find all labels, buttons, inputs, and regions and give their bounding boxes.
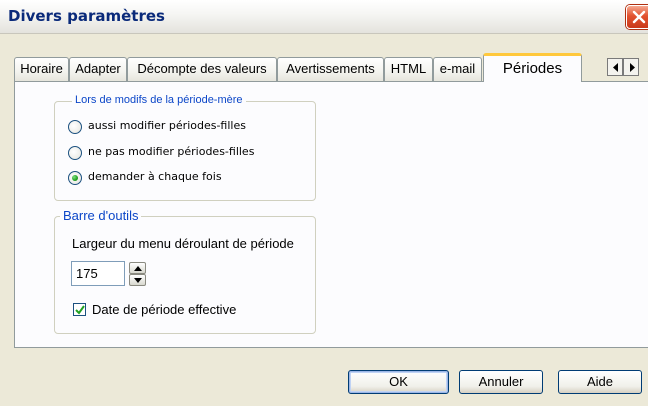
checkmark-icon xyxy=(75,305,85,315)
effective-date-label: Date de période effective xyxy=(92,302,237,317)
arrow-up-icon xyxy=(134,266,142,271)
group-title-toolbar: Barre d'outils xyxy=(60,208,142,223)
menu-width-input[interactable]: 175 xyxy=(71,261,125,286)
menu-width-label: Largeur du menu déroulant de période xyxy=(72,236,294,251)
radio-label: demander à chaque fois xyxy=(88,170,222,183)
radio-label: ne pas modifier périodes-filles xyxy=(88,145,255,158)
window-title: Divers paramètres xyxy=(8,7,165,25)
tab-periodes[interactable]: Périodes xyxy=(483,53,582,82)
spin-up-button[interactable] xyxy=(129,262,146,274)
arrow-left-icon xyxy=(613,63,618,72)
radio-button[interactable] xyxy=(68,120,82,134)
cancel-button[interactable]: Annuler xyxy=(459,370,543,394)
tab-label: Avertissements xyxy=(286,61,375,76)
spin-down-button[interactable] xyxy=(129,274,146,286)
radio-selected-dot xyxy=(72,175,78,181)
tab-adapter[interactable]: Adapter xyxy=(69,57,127,81)
tab-label: Horaire xyxy=(20,61,63,76)
tab-avertissements[interactable]: Avertissements xyxy=(277,57,384,81)
tab-label: Adapter xyxy=(75,61,121,76)
tab-email[interactable]: e-mail xyxy=(433,57,482,81)
tab-scroll-left-button[interactable] xyxy=(607,58,623,76)
close-icon xyxy=(632,10,646,24)
close-button[interactable] xyxy=(626,5,648,29)
tab-label: Décompte des valeurs xyxy=(137,61,267,76)
radio-button[interactable] xyxy=(68,146,82,160)
tab-html[interactable]: HTML xyxy=(384,57,433,81)
arrow-down-icon xyxy=(134,278,142,283)
title-bar[interactable]: Divers paramètres xyxy=(0,0,648,34)
ok-button[interactable]: OK xyxy=(348,370,449,394)
tab-horaire[interactable]: Horaire xyxy=(14,57,69,81)
radio-button[interactable] xyxy=(68,171,82,185)
menu-width-spinner xyxy=(129,262,146,286)
help-button[interactable]: Aide xyxy=(558,370,642,394)
group-title-period-modifs: Lors de modifs de la période-mère xyxy=(72,94,246,106)
effective-date-checkbox[interactable] xyxy=(73,303,86,316)
settings-dialog: Divers paramètres Horaire Adapter Décomp… xyxy=(0,0,648,406)
tab-scroll-right-button[interactable] xyxy=(623,58,639,76)
tab-label: HTML xyxy=(390,61,427,76)
tab-label: e-mail xyxy=(439,61,476,76)
tab-decompte-des-valeurs[interactable]: Décompte des valeurs xyxy=(127,57,277,81)
tab-label: Périodes xyxy=(502,60,563,77)
arrow-right-icon xyxy=(630,63,635,72)
radio-label: aussi modifier périodes-filles xyxy=(88,119,246,132)
tab-scroll-buttons xyxy=(607,58,639,76)
